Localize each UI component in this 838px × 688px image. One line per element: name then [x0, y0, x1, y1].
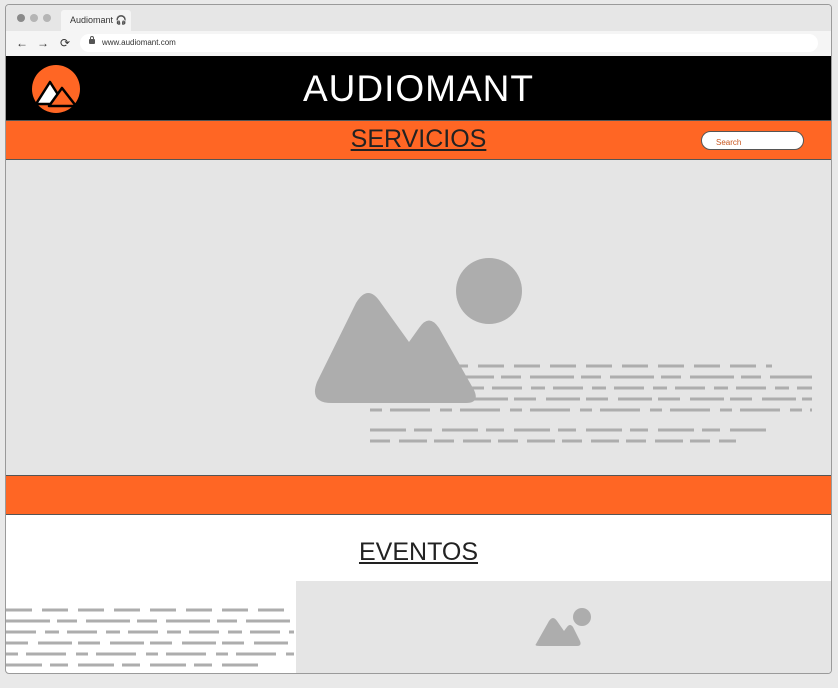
site-title: AUDIOMANT — [303, 68, 534, 109]
hero-image-placeholder — [6, 160, 831, 475]
image-placeholder-icon — [314, 258, 812, 443]
tab-bar: Audiomant 🎧 — [6, 5, 831, 31]
search-input[interactable] — [701, 131, 804, 150]
window-minimize-dot[interactable] — [30, 14, 38, 22]
lock-icon — [89, 36, 95, 44]
browser-tab[interactable]: Audiomant 🎧 — [61, 10, 131, 31]
browser-window: Audiomant 🎧 ← → ⟳ www.audiomant.com AUDI… — [5, 4, 832, 674]
events-image-placeholder — [296, 581, 831, 673]
events-title[interactable]: EVENTOS — [6, 538, 831, 567]
orange-band — [6, 475, 831, 515]
address-bar: ← → ⟳ www.audiomant.com — [6, 31, 831, 56]
nav-bar: SERVICIOS — [6, 120, 831, 160]
back-button[interactable]: ← — [16, 35, 28, 51]
forward-button[interactable]: → — [37, 35, 49, 51]
site-header: AUDIOMANT — [6, 56, 831, 120]
window-close-dot[interactable] — [17, 14, 25, 22]
url-field[interactable]: www.audiomant.com — [80, 34, 818, 52]
url-text: www.audiomant.com — [102, 38, 176, 47]
window-maximize-dot[interactable] — [43, 14, 51, 22]
image-placeholder-icon — [535, 608, 591, 646]
events-text-placeholder — [6, 608, 294, 667]
reload-button[interactable]: ⟳ — [60, 35, 70, 51]
